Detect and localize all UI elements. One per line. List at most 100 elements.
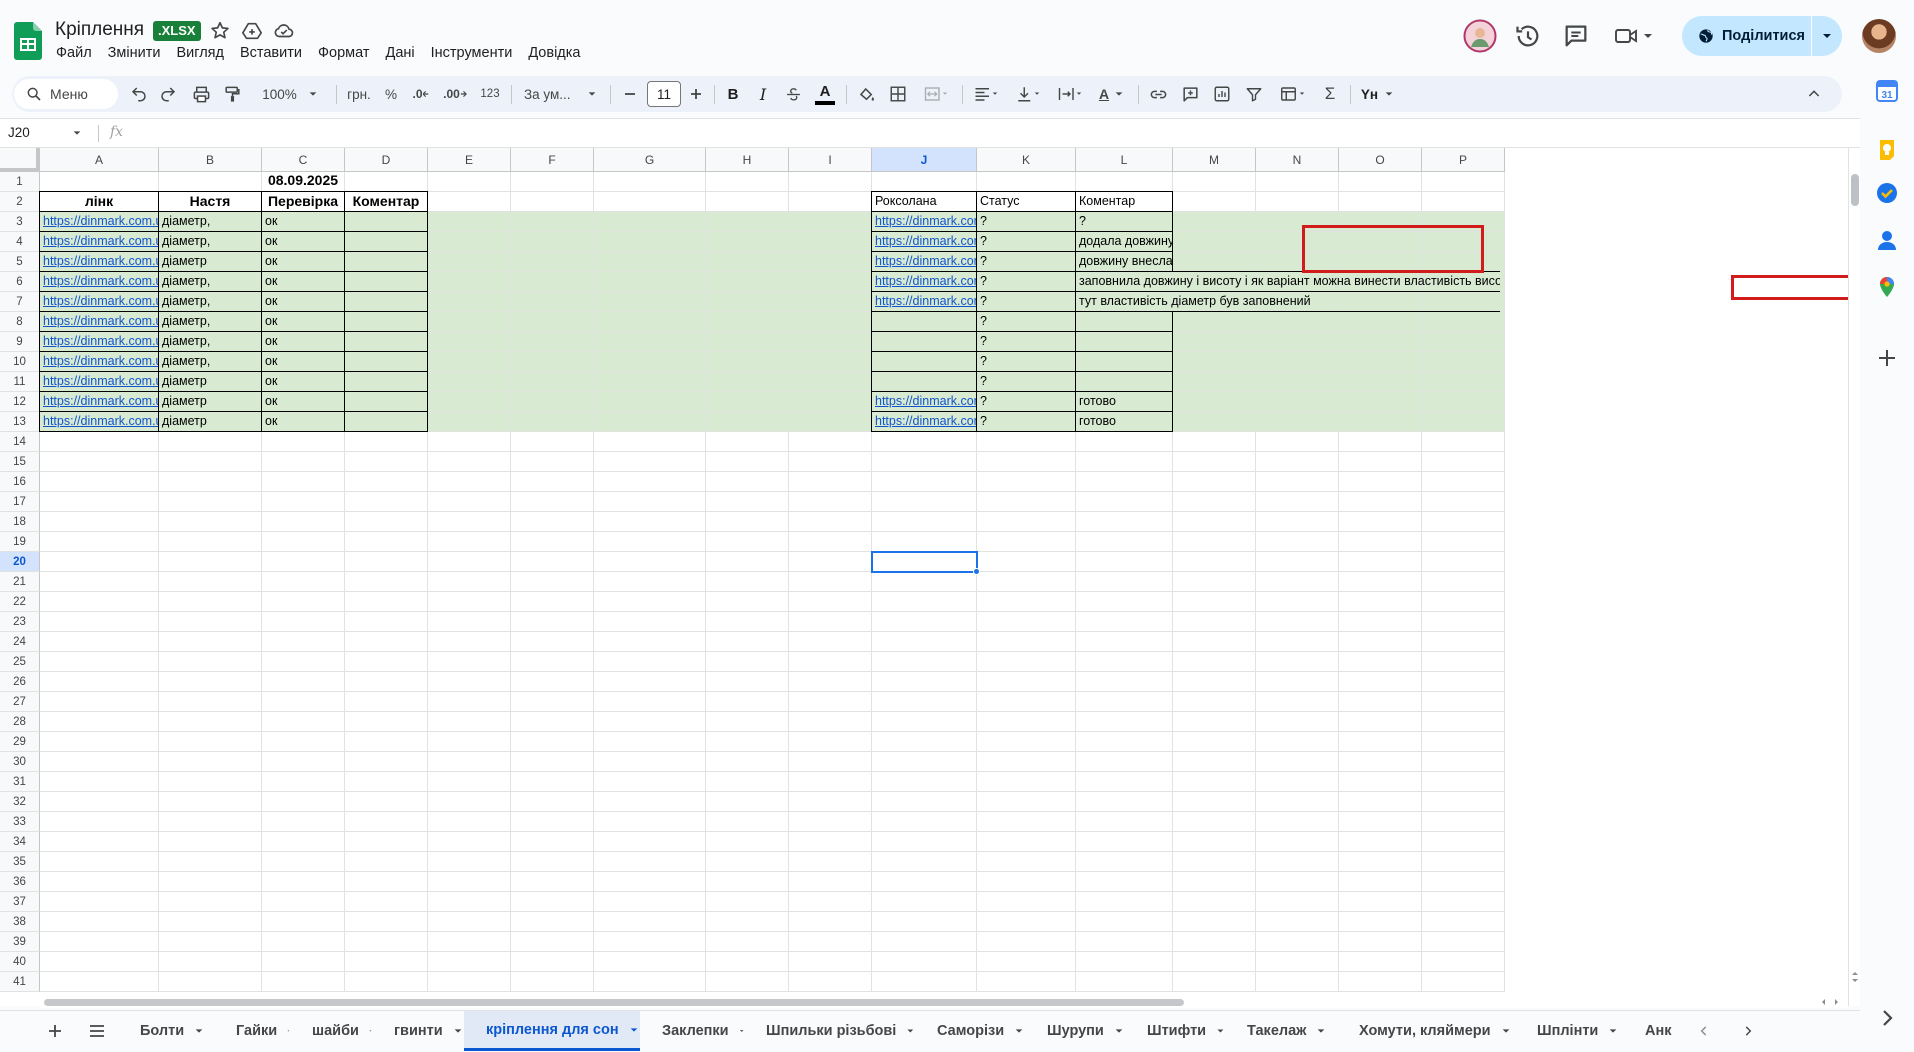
grid-cell[interactable] bbox=[1173, 712, 1256, 732]
grid-cell[interactable] bbox=[789, 812, 872, 832]
grid-cell[interactable] bbox=[789, 392, 872, 412]
comment-cell[interactable] bbox=[344, 251, 428, 272]
grid-cell[interactable] bbox=[511, 512, 594, 532]
grid-cell[interactable] bbox=[872, 812, 977, 832]
grid-cell[interactable] bbox=[594, 672, 706, 692]
grid-cell[interactable] bbox=[345, 732, 428, 752]
row-header-24[interactable]: 24 bbox=[0, 632, 40, 652]
grid-cell[interactable] bbox=[1256, 572, 1339, 592]
grid-cell[interactable] bbox=[706, 792, 789, 812]
grid-cell[interactable] bbox=[1173, 392, 1256, 412]
data-cell[interactable]: діаметр, bbox=[158, 211, 262, 232]
grid-cell[interactable] bbox=[789, 632, 872, 652]
data-cell[interactable]: діаметр, bbox=[158, 311, 262, 332]
scroll-arrows-icon[interactable] bbox=[1851, 970, 1859, 984]
grid-cell[interactable] bbox=[706, 332, 789, 352]
grid-cell[interactable] bbox=[1076, 632, 1173, 652]
row-header-15[interactable]: 15 bbox=[0, 452, 40, 472]
grid-cell[interactable] bbox=[1339, 192, 1422, 212]
grid-cell[interactable] bbox=[511, 692, 594, 712]
keep-icon[interactable] bbox=[1875, 138, 1901, 164]
horizontal-scrollbar[interactable] bbox=[40, 996, 1848, 1008]
grid-cell[interactable] bbox=[511, 192, 594, 212]
select-all-corner[interactable] bbox=[0, 148, 40, 172]
currency-format-button[interactable]: грн. bbox=[342, 76, 376, 112]
grid-cell[interactable] bbox=[511, 432, 594, 452]
grid-cell[interactable] bbox=[159, 512, 262, 532]
header-cell[interactable]: Коментар bbox=[344, 191, 428, 212]
comment-cell[interactable]: готово bbox=[1075, 391, 1173, 412]
grid-cell[interactable] bbox=[1173, 752, 1256, 772]
grid-cell[interactable] bbox=[1173, 432, 1256, 452]
grid-cell[interactable] bbox=[428, 592, 511, 612]
grid-cell[interactable] bbox=[40, 772, 159, 792]
grid-cell[interactable] bbox=[40, 492, 159, 512]
grid-cell[interactable] bbox=[262, 672, 345, 692]
add-sheet-icon[interactable] bbox=[42, 1011, 68, 1051]
grid-cell[interactable] bbox=[1173, 732, 1256, 752]
grid-cell[interactable] bbox=[789, 612, 872, 632]
grid-cell[interactable] bbox=[706, 652, 789, 672]
grid-cell[interactable] bbox=[511, 292, 594, 312]
grid-cell[interactable] bbox=[789, 752, 872, 772]
grid-cell[interactable] bbox=[159, 552, 262, 572]
grid-cell[interactable] bbox=[977, 552, 1076, 572]
grid-cell[interactable] bbox=[428, 352, 511, 372]
grid-cell[interactable] bbox=[1173, 872, 1256, 892]
grid-cell[interactable] bbox=[789, 972, 872, 992]
grid-cell[interactable] bbox=[345, 752, 428, 772]
grid-cell[interactable] bbox=[40, 652, 159, 672]
grid-cell[interactable] bbox=[594, 312, 706, 332]
grid-cell[interactable] bbox=[789, 472, 872, 492]
comment-cell[interactable] bbox=[344, 291, 428, 312]
undo-icon[interactable] bbox=[126, 76, 152, 112]
grid-cell[interactable] bbox=[1173, 232, 1256, 252]
grid-cell[interactable] bbox=[1173, 772, 1256, 792]
grid-cell[interactable] bbox=[428, 312, 511, 332]
vertical-scrollbar[interactable] bbox=[1848, 148, 1860, 1006]
grid-cell[interactable] bbox=[262, 932, 345, 952]
grid-cell[interactable] bbox=[1256, 372, 1339, 392]
grid-cell[interactable] bbox=[872, 832, 977, 852]
grid-cell[interactable] bbox=[511, 372, 594, 392]
grid-cell[interactable] bbox=[977, 652, 1076, 672]
row-header-25[interactable]: 25 bbox=[0, 652, 40, 672]
header-cell[interactable]: Настя bbox=[158, 191, 262, 212]
link-cell[interactable]: https://dinmark.com.ua/s bbox=[39, 271, 159, 292]
grid-cell[interactable] bbox=[40, 452, 159, 472]
grid-cell[interactable] bbox=[977, 612, 1076, 632]
grid-cell[interactable] bbox=[428, 332, 511, 352]
link-cell[interactable]: https://dinmark.com.ua/s bbox=[39, 371, 159, 392]
grid-cell[interactable] bbox=[706, 852, 789, 872]
get-addons-plus-icon[interactable] bbox=[1875, 346, 1901, 372]
grid-cell[interactable] bbox=[872, 512, 977, 532]
grid-cell[interactable] bbox=[345, 592, 428, 612]
grid-cell[interactable] bbox=[428, 372, 511, 392]
grid-cell[interactable] bbox=[789, 212, 872, 232]
grid-cell[interactable] bbox=[262, 572, 345, 592]
grid-cell[interactable] bbox=[159, 832, 262, 852]
grid-cell[interactable] bbox=[1339, 692, 1422, 712]
grid-cell[interactable] bbox=[594, 532, 706, 552]
grid-cell[interactable] bbox=[789, 952, 872, 972]
percent-format-button[interactable]: % bbox=[378, 76, 404, 112]
grid-cell[interactable] bbox=[262, 652, 345, 672]
scroll-tabs-left-chevron-icon[interactable] bbox=[1682, 1011, 1726, 1051]
column-header-k[interactable]: K bbox=[977, 148, 1076, 172]
grid-cell[interactable] bbox=[159, 452, 262, 472]
grid-cell[interactable] bbox=[1256, 352, 1339, 372]
row-header-10[interactable]: 10 bbox=[0, 352, 40, 372]
grid-cell[interactable] bbox=[262, 852, 345, 872]
grid-cell[interactable] bbox=[1173, 612, 1256, 632]
grid-cell[interactable] bbox=[262, 432, 345, 452]
grid-cell[interactable] bbox=[1076, 932, 1173, 952]
grid-cell[interactable] bbox=[706, 472, 789, 492]
grid-cell[interactable] bbox=[1173, 452, 1256, 472]
grid-cell[interactable] bbox=[594, 872, 706, 892]
calendar-icon[interactable]: 31 bbox=[1875, 79, 1901, 105]
grid-cell[interactable] bbox=[511, 212, 594, 232]
grid-cell[interactable] bbox=[345, 672, 428, 692]
grid-cell[interactable] bbox=[428, 972, 511, 992]
status-cell[interactable]: ? bbox=[976, 351, 1076, 372]
grid-cell[interactable] bbox=[428, 732, 511, 752]
